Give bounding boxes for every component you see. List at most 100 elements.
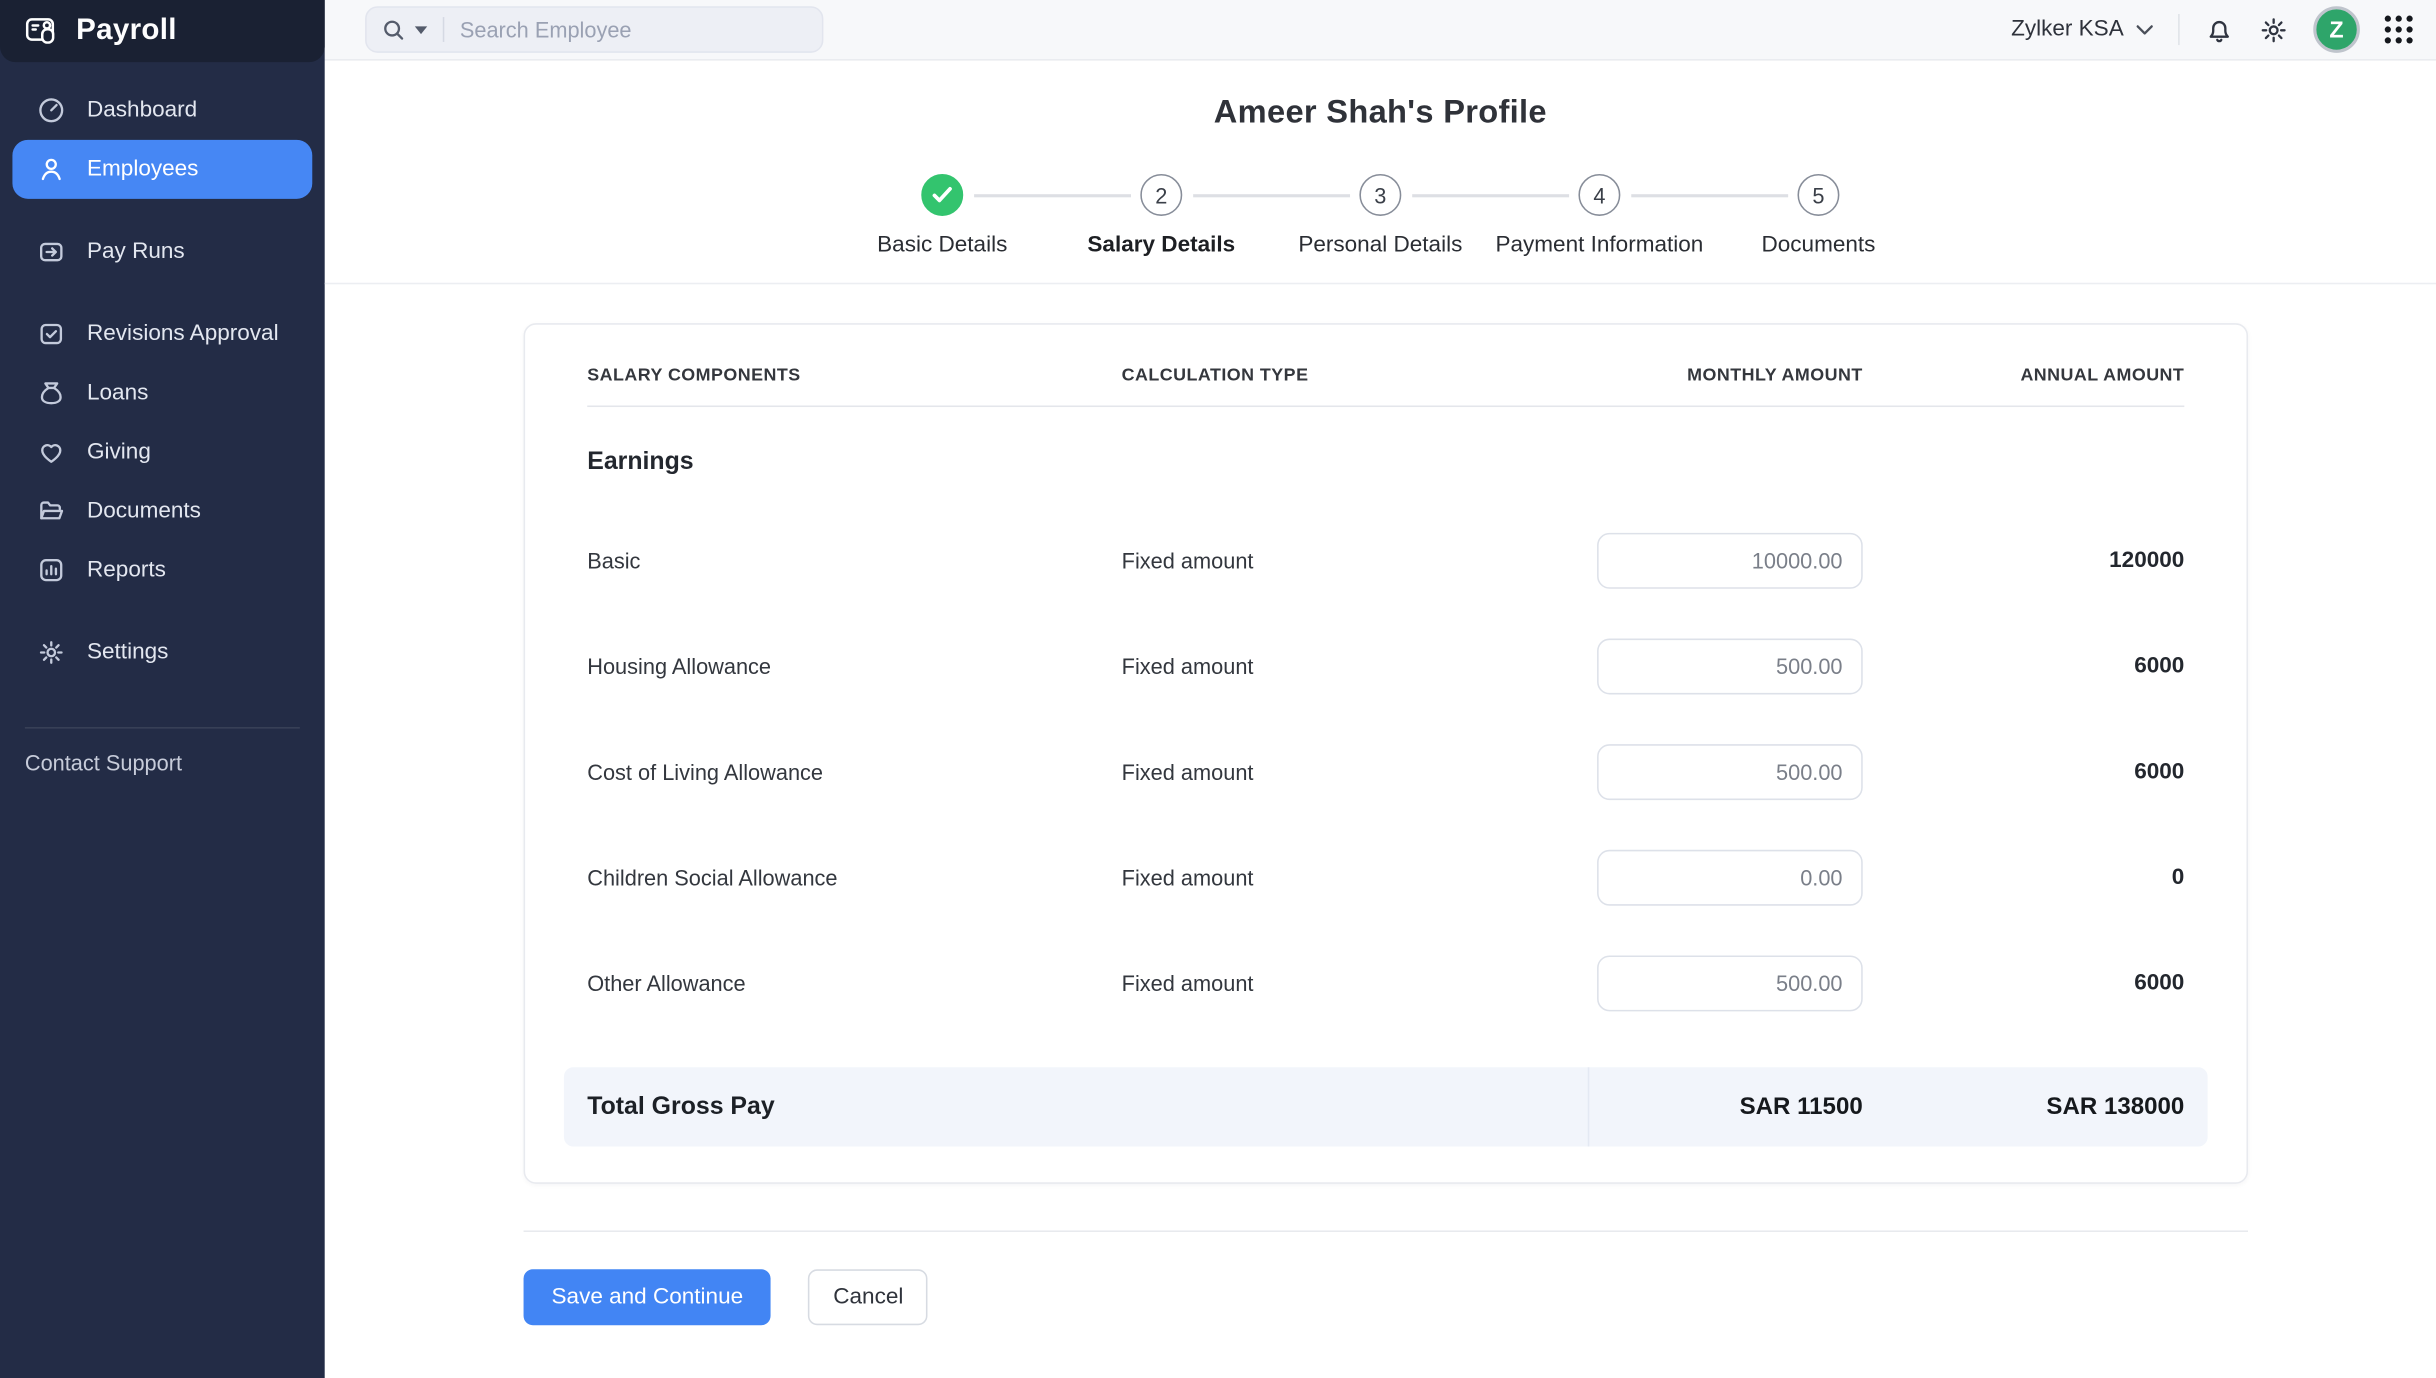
table-row: Basic Fixed amount 120000 bbox=[587, 508, 2184, 614]
search-input[interactable] bbox=[460, 17, 806, 42]
sidebar-item-giving[interactable]: Giving bbox=[12, 423, 312, 482]
payroll-logo-icon bbox=[23, 12, 60, 49]
org-switcher[interactable]: Zylker KSA bbox=[2011, 17, 2153, 42]
monthly-amount-input[interactable] bbox=[1597, 955, 1863, 1011]
sidebar-item-documents[interactable]: Documents bbox=[12, 482, 312, 541]
documents-folder-icon bbox=[37, 497, 65, 525]
step-number: 2 bbox=[1140, 174, 1182, 216]
settings-button[interactable] bbox=[2259, 15, 2289, 45]
component-name: Cost of Living Allowance bbox=[587, 760, 1121, 785]
search-scope-caret-icon[interactable] bbox=[415, 26, 427, 34]
component-name: Housing Allowance bbox=[587, 654, 1121, 679]
loans-icon bbox=[37, 379, 65, 407]
step-basic-details[interactable]: Basic Details bbox=[833, 174, 1052, 258]
apps-grid-button[interactable] bbox=[2385, 16, 2413, 44]
column-header-salary-components: SALARY COMPONENTS bbox=[587, 367, 1121, 386]
sidebar-item-label: Loans bbox=[87, 381, 148, 406]
step-documents[interactable]: 5 Documents bbox=[1709, 174, 1928, 258]
table-header: SALARY COMPONENTS CALCULATION TYPE MONTH… bbox=[587, 325, 2184, 407]
sidebar-item-loans[interactable]: Loans bbox=[12, 364, 312, 423]
sidebar-item-employees[interactable]: Employees bbox=[12, 140, 312, 199]
bell-icon bbox=[2205, 15, 2235, 45]
search-divider bbox=[443, 17, 445, 42]
giving-heart-icon bbox=[37, 438, 65, 466]
sidebar-nav: Dashboard Employees Pay Runs bbox=[0, 62, 325, 682]
total-monthly-amount: SAR 11500 bbox=[1589, 1093, 1862, 1121]
content: Ameer Shah's Profile Basic Details 2 Sal… bbox=[325, 61, 2436, 1378]
component-name: Other Allowance bbox=[587, 971, 1121, 996]
sidebar-divider bbox=[25, 727, 300, 729]
employees-icon bbox=[37, 155, 65, 183]
app-title: Payroll bbox=[76, 14, 177, 48]
sidebar: Payroll Dashboard Employees bbox=[0, 0, 325, 1378]
total-annual-amount: SAR 138000 bbox=[1863, 1093, 2185, 1121]
sidebar-item-label: Documents bbox=[87, 499, 201, 524]
search-box[interactable] bbox=[365, 6, 823, 53]
topbar: Zylker KSA bbox=[325, 0, 2436, 61]
calculation-type: Fixed amount bbox=[1122, 760, 1495, 785]
pay-runs-icon bbox=[37, 238, 65, 266]
sidebar-item-label: Settings bbox=[87, 640, 168, 665]
step-salary-details[interactable]: 2 Salary Details bbox=[1052, 174, 1271, 258]
component-name: Basic bbox=[587, 548, 1121, 573]
calculation-type: Fixed amount bbox=[1122, 654, 1495, 679]
monthly-amount-input[interactable] bbox=[1597, 744, 1863, 800]
sidebar-item-revisions-approval[interactable]: Revisions Approval bbox=[12, 304, 312, 363]
monthly-amount-input[interactable] bbox=[1597, 850, 1863, 906]
total-gross-pay-row: Total Gross Pay SAR 11500 SAR 138000 bbox=[564, 1067, 2208, 1146]
table-row: Housing Allowance Fixed amount 6000 bbox=[587, 614, 2184, 720]
sidebar-item-dashboard[interactable]: Dashboard bbox=[12, 81, 312, 140]
sidebar-item-pay-runs[interactable]: Pay Runs bbox=[12, 222, 312, 281]
app-root: Payroll Dashboard Employees bbox=[0, 0, 2436, 1378]
component-name: Children Social Allowance bbox=[587, 865, 1121, 890]
sidebar-item-label: Reports bbox=[87, 558, 166, 583]
avatar[interactable]: Z bbox=[2313, 6, 2360, 53]
sidebar-item-reports[interactable]: Reports bbox=[12, 541, 312, 600]
step-personal-details[interactable]: 3 Personal Details bbox=[1271, 174, 1490, 258]
main-area: Zylker KSA bbox=[325, 0, 2436, 1378]
footer-divider bbox=[524, 1230, 2248, 1232]
step-payment-information[interactable]: 4 Payment Information bbox=[1490, 174, 1709, 258]
sidebar-item-label: Giving bbox=[87, 440, 151, 465]
column-header-monthly-amount: MONTHLY AMOUNT bbox=[1495, 367, 1863, 386]
sidebar-item-label: Pay Runs bbox=[87, 239, 185, 264]
dashboard-icon bbox=[37, 96, 65, 124]
table-row: Other Allowance Fixed amount 6000 bbox=[587, 931, 2184, 1037]
step-number: 4 bbox=[1578, 174, 1620, 216]
reports-icon bbox=[37, 556, 65, 584]
gear-icon bbox=[2259, 15, 2289, 45]
contact-support-link[interactable]: Contact Support bbox=[25, 750, 325, 775]
save-and-continue-button[interactable]: Save and Continue bbox=[524, 1269, 772, 1325]
calculation-type: Fixed amount bbox=[1122, 971, 1495, 996]
annual-amount: 6000 bbox=[1863, 654, 2185, 679]
apps-grid-icon bbox=[2385, 16, 2413, 44]
settings-gear-icon bbox=[37, 639, 65, 667]
step-check-icon bbox=[921, 174, 963, 216]
column-header-calculation-type: CALCULATION TYPE bbox=[1122, 367, 1495, 386]
notifications-button[interactable] bbox=[2205, 15, 2235, 45]
app-logo[interactable]: Payroll bbox=[0, 0, 325, 62]
annual-amount: 6000 bbox=[1863, 760, 2185, 785]
monthly-amount-input[interactable] bbox=[1597, 639, 1863, 695]
annual-amount: 0 bbox=[1863, 865, 2185, 890]
stepper: Basic Details 2 Salary Details 3 Persona… bbox=[325, 174, 2436, 258]
calculation-type: Fixed amount bbox=[1122, 865, 1495, 890]
sidebar-item-label: Dashboard bbox=[87, 98, 197, 123]
topbar-divider bbox=[2178, 14, 2180, 45]
sidebar-item-settings[interactable]: Settings bbox=[12, 623, 312, 682]
salary-components-card: SALARY COMPONENTS CALCULATION TYPE MONTH… bbox=[524, 323, 2248, 1184]
sidebar-item-label: Revisions Approval bbox=[87, 322, 279, 347]
total-label: Total Gross Pay bbox=[587, 1067, 1587, 1146]
stepper-divider bbox=[325, 283, 2436, 285]
org-name: Zylker KSA bbox=[2011, 17, 2124, 42]
monthly-amount-input[interactable] bbox=[1597, 533, 1863, 589]
sidebar-item-label: Employees bbox=[87, 157, 198, 182]
topbar-right: Zylker KSA bbox=[2011, 6, 2436, 53]
search-icon bbox=[382, 18, 405, 41]
annual-amount: 120000 bbox=[1863, 548, 2185, 573]
column-header-annual-amount: ANNUAL AMOUNT bbox=[1863, 367, 2185, 386]
step-number: 3 bbox=[1359, 174, 1401, 216]
revisions-approval-icon bbox=[37, 320, 65, 348]
table-row: Children Social Allowance Fixed amount 0 bbox=[587, 825, 2184, 931]
cancel-button[interactable]: Cancel bbox=[808, 1269, 928, 1325]
